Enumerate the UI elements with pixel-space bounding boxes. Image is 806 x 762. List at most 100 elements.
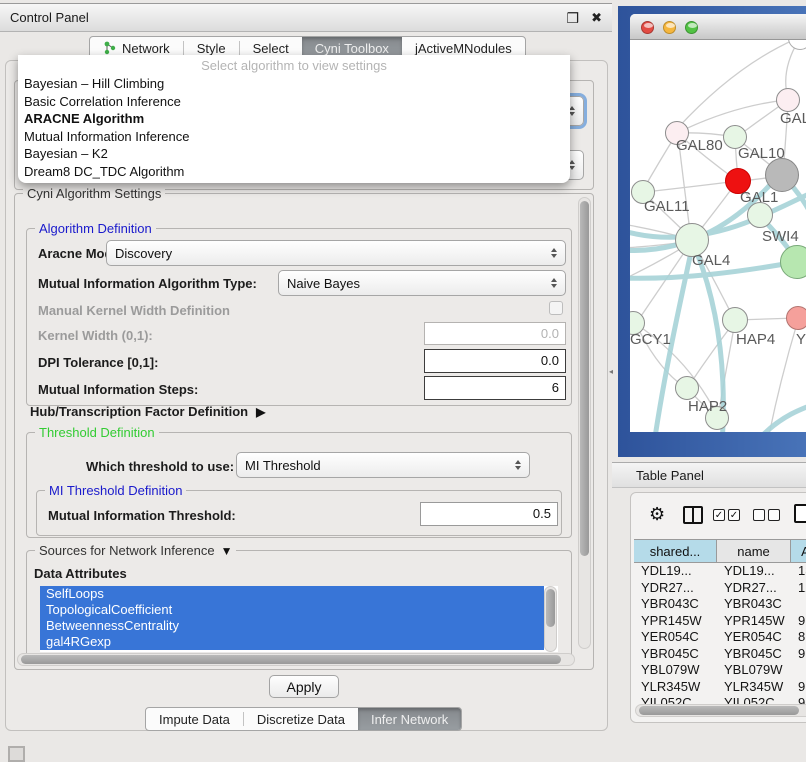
checkbox-checked-icon[interactable]: ✓ [728, 509, 740, 521]
mi-threshold-field[interactable]: 0.5 [420, 502, 558, 526]
node-attribute-table[interactable]: shared... name A YDL19... YDL19... 13 YD… [634, 539, 806, 704]
tab-discretize-data-label: Discretize Data [257, 712, 345, 727]
popup-item-selected[interactable]: ARACNE Algorithm [18, 110, 570, 128]
network-node[interactable] [765, 158, 799, 192]
network-node[interactable] [675, 376, 699, 400]
table-cell: 13 [791, 563, 806, 580]
dpi-tolerance-field[interactable]: 0.0 [424, 349, 566, 373]
popup-item[interactable]: Bayesian – Hill Climbing [18, 75, 570, 93]
table-row[interactable]: YPR145W YPR145W 9. [634, 613, 806, 630]
tab-discretize-data[interactable]: Discretize Data [244, 708, 358, 730]
attribute-item-selected[interactable]: SelfLoops [40, 586, 544, 602]
table-cell: YIL052C [634, 695, 717, 704]
table-row[interactable]: YBL079W YBL079W [634, 662, 806, 679]
tab-jactivemnodules-label: jActiveMNodules [415, 41, 512, 56]
network-node[interactable] [780, 245, 806, 279]
table-row[interactable]: YLR345W YLR345W 9. [634, 679, 806, 696]
kernel-width-field[interactable]: 0.0 [424, 322, 566, 345]
column-header[interactable]: shared... [634, 540, 717, 562]
splitpane-grip[interactable]: ◂ [609, 367, 613, 376]
node-label: GAL1 [740, 189, 778, 206]
table-panel: ⚙ ✓ ✓ shared... name A YDL19... YDL19...… [630, 492, 806, 723]
hub-definition-label: Hub/Transcription Factor Definition [30, 404, 248, 419]
manual-kernel-label: Manual Kernel Width Definition [38, 303, 230, 318]
tab-infer-network[interactable]: Infer Network [358, 708, 461, 730]
popup-item[interactable]: Dream8 DC_TDC Algorithm [18, 163, 570, 181]
apply-button[interactable]: Apply [269, 675, 339, 698]
table-cell [791, 596, 806, 613]
zoom-window-button[interactable] [685, 21, 698, 34]
table-cell: 12 [791, 580, 806, 597]
table-cell: YDL19... [717, 563, 791, 580]
floating-panel-dock-icon[interactable] [8, 746, 25, 762]
checkbox-unchecked-icon[interactable] [768, 509, 780, 521]
control-panel-title: Control Panel [10, 10, 89, 25]
table-cell: YLR345W [634, 679, 717, 696]
column-header[interactable]: A [791, 540, 806, 562]
network-node[interactable] [776, 88, 800, 112]
spinner-icon [551, 278, 557, 288]
table-row[interactable]: YBR043C YBR043C [634, 596, 806, 613]
attribute-item-selected[interactable]: gal4RGexp [40, 634, 544, 650]
collapsed-arrow-icon: ▶ [256, 405, 265, 419]
tab-style-label: Style [197, 41, 226, 56]
mi-type-value: Naive Bayes [287, 276, 545, 291]
table-panel-title: Table Panel [636, 468, 704, 483]
tab-impute-data[interactable]: Impute Data [146, 708, 243, 730]
table-row[interactable]: YDR27... YDR27... 12 [634, 580, 806, 597]
attribute-item-selected[interactable]: BetweennessCentrality [40, 618, 544, 634]
node-label: HAP4 [736, 331, 775, 348]
gear-icon[interactable]: ⚙ [649, 504, 665, 525]
table-cell: YBR043C [717, 596, 791, 613]
manual-kernel-checkbox[interactable] [549, 301, 563, 315]
network-node[interactable] [722, 307, 748, 333]
table-row[interactable]: YER054C YER054C 8. [634, 629, 806, 646]
dpi-tolerance-label: DPI Tolerance [0,1]: [38, 355, 158, 370]
table-row[interactable]: YDL19... YDL19... 13 [634, 563, 806, 580]
tab-select-label: Select [253, 41, 289, 56]
float-panel-icon[interactable]: ❒ [567, 11, 580, 25]
table-cell: YBL079W [717, 662, 791, 679]
network-node[interactable] [786, 306, 806, 330]
column-layout-icon[interactable] [683, 506, 703, 524]
minimize-window-button[interactable] [663, 21, 676, 34]
settings-vertical-scrollbar[interactable] [578, 197, 591, 649]
settings-horizontal-scrollbar[interactable] [17, 653, 575, 666]
aracne-mode-combo[interactable]: Discovery [106, 240, 566, 266]
sources-group-title-wrap[interactable]: Sources for Network Inference ▼ [35, 543, 236, 558]
close-window-button[interactable] [641, 21, 654, 34]
popup-item[interactable]: Basic Correlation Inference [18, 93, 570, 111]
mi-threshold-definition-title: MI Threshold Definition [45, 483, 186, 498]
popup-item[interactable]: Mutual Information Inference [18, 128, 570, 146]
checkbox-checked-icon[interactable]: ✓ [713, 509, 725, 521]
close-panel-icon[interactable]: ✖ [591, 11, 602, 24]
which-threshold-label: Which threshold to use: [86, 459, 234, 474]
which-threshold-combo[interactable]: MI Threshold [236, 452, 530, 478]
data-attributes-list[interactable]: SelfLoops TopologicalCoefficient Between… [40, 586, 558, 652]
table-row[interactable]: YBR045C YBR045C 9. [634, 646, 806, 663]
attributes-scrollbar[interactable] [544, 586, 557, 652]
mi-type-combo[interactable]: Naive Bayes [278, 270, 566, 296]
table-horizontal-scrollbar[interactable] [635, 704, 806, 717]
table-cell: YDL19... [634, 563, 717, 580]
hub-definition-toggle[interactable]: Hub/Transcription Factor Definition ▶ [30, 404, 265, 419]
node-label: GCY1 [630, 331, 671, 348]
table-panel-titlebar: Table Panel [612, 462, 806, 488]
table-row[interactable]: YIL052C YIL052C 9 [634, 695, 806, 704]
document-icon[interactable] [794, 504, 806, 523]
network-window-titlebar[interactable] [630, 14, 806, 40]
node-label: GAL [780, 110, 806, 127]
table-cell: YDR27... [634, 580, 717, 597]
network-canvas[interactable]: GAL GAL80 GAL10 GAL1 GAL11 SWI4 GAL4 GCY… [630, 40, 806, 432]
mi-steps-field[interactable]: 6 [424, 376, 566, 400]
popup-item[interactable]: Bayesian – K2 [18, 145, 570, 163]
table-cell: 9. [791, 613, 806, 630]
checkbox-unchecked-icon[interactable] [753, 509, 765, 521]
algorithm-dropdown-popup: Select algorithm to view settings Bayesi… [18, 55, 570, 183]
attribute-item-selected[interactable]: TopologicalCoefficient [40, 602, 544, 618]
mi-steps-label: Mutual Information Steps: [38, 382, 198, 397]
popup-prompt: Select algorithm to view settings [18, 55, 570, 75]
column-header[interactable]: name [717, 540, 791, 562]
aracne-mode-value: Discovery [115, 246, 545, 261]
table-cell: 9. [791, 679, 806, 696]
